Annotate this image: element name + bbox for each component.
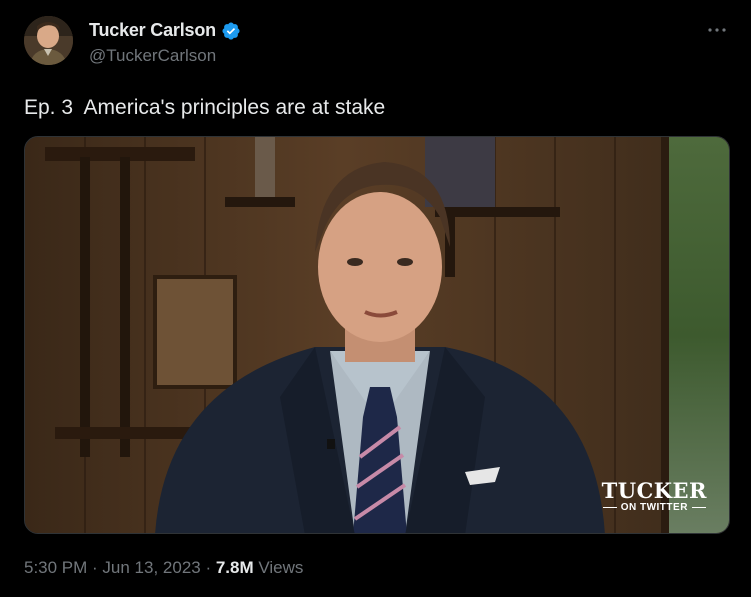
- author-name-row[interactable]: Tucker Carlson: [89, 20, 241, 41]
- tweet-time[interactable]: 5:30 PM: [24, 558, 87, 577]
- video-watermark: TUCKER ON TWITTER: [601, 478, 707, 514]
- watermark-subtitle-text: ON TWITTER: [620, 502, 688, 513]
- separator: ·: [87, 558, 103, 577]
- tweet: Tucker Carlson @TuckerCarlson Ep. 3 Amer…: [0, 0, 751, 597]
- avatar[interactable]: [24, 16, 73, 65]
- video-player[interactable]: TUCKER ON TWITTER: [24, 136, 730, 534]
- views-count[interactable]: 7.8M: [216, 558, 254, 577]
- tweet-metadata: 5:30 PM · Jun 13, 2023 · 7.8M Views: [24, 558, 303, 578]
- video-frame: [25, 137, 729, 533]
- more-dots-icon[interactable]: [706, 19, 728, 41]
- separator: ·: [200, 558, 216, 577]
- verified-badge-icon: [221, 21, 241, 41]
- display-name[interactable]: Tucker Carlson: [89, 20, 216, 41]
- watermark-title: TUCKER: [601, 478, 707, 503]
- views-label: Views: [253, 558, 304, 577]
- tweet-date[interactable]: Jun 13, 2023: [102, 558, 200, 577]
- author-handle[interactable]: @TuckerCarlson: [89, 46, 216, 66]
- tweet-text: Ep. 3 America's principles are at stake: [24, 96, 386, 119]
- watermark-subtitle: ON TWITTER: [602, 502, 707, 513]
